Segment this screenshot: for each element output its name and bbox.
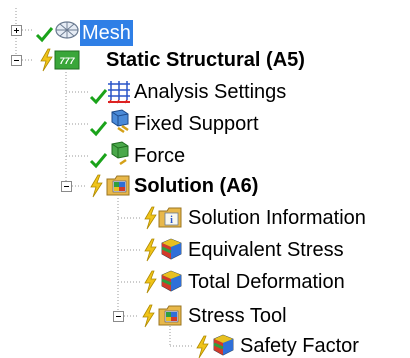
safety-factor-icon [213,334,234,356]
collapse-toggle-static-structural[interactable] [11,55,22,66]
outline-tree: Mesh 777 Static Structural (A5) Analysis… [0,0,410,358]
static-structural-icon: 777 [54,50,80,70]
tree-item-force[interactable]: Force [134,140,185,172]
svg-text:i: i [170,215,173,226]
tree-item-static-structural[interactable]: Static Structural (A5) [106,44,305,76]
stress-tool-folder-icon [158,305,182,326]
solution-information-icon: i [158,207,182,228]
mesh-icon [55,21,79,39]
lightning-icon [90,174,103,198]
tree-item-label: Analysis Settings [134,81,287,103]
tree-item-label: Total Deformation [188,271,345,293]
collapse-toggle-stress-tool[interactable] [113,311,124,322]
tree-item-label: Mesh [80,20,133,46]
expand-toggle-mesh[interactable] [11,25,22,36]
svg-text:777: 777 [59,56,75,66]
tree-item-equivalent-stress[interactable]: Equivalent Stress [188,234,344,266]
tree-item-label: Solution (A6) [134,175,259,197]
force-icon [111,141,129,166]
solution-folder-icon [106,175,130,196]
tree-item-label: Solution Information [188,207,366,229]
tree-item-safety-factor[interactable]: Safety Factor [240,330,359,358]
tree-item-label: Stress Tool [188,305,287,327]
tree-item-stress-tool[interactable]: Stress Tool [188,300,287,332]
tree-item-label: Safety Factor [240,335,359,357]
tree-item-solution[interactable]: Solution (A6) [134,170,258,202]
tree-item-solution-information[interactable]: Solution Information [188,202,366,234]
lightning-icon [142,304,155,328]
collapse-toggle-solution[interactable] [61,181,72,192]
tree-item-analysis-settings[interactable]: Analysis Settings [134,76,286,108]
tree-item-label: Static Structural (A5) [106,49,305,71]
tree-item-label: Force [134,145,186,167]
tree-item-mesh[interactable]: Mesh [80,14,133,46]
tree-item-label: Equivalent Stress [188,239,344,261]
analysis-settings-icon [108,81,130,104]
tree-item-total-deformation[interactable]: Total Deformation [188,266,345,298]
fixed-support-icon [111,109,129,134]
check-icon [35,27,54,43]
tree-item-label: Fixed Support [134,113,259,135]
equivalent-stress-icon [161,238,182,260]
total-deformation-icon [161,270,182,292]
tree-item-fixed-support[interactable]: Fixed Support [134,108,259,140]
